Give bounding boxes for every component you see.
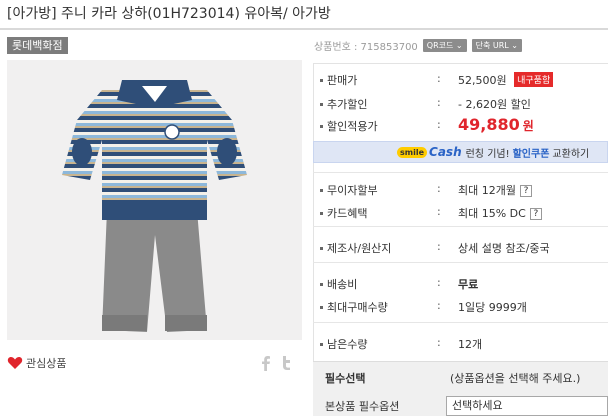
cash-banner-coupon: 할인쿠폰 [512,148,550,160]
colon: : [437,72,441,85]
installment-value: 최대 12개월 [458,184,516,197]
final-price-label-row: 할인적용가 [320,118,378,134]
sale-price-label: 판매가 [327,74,358,87]
max-purchase-label: 최대구매수량 [327,301,388,314]
product-number-row: 상품번호 : 715853700 QR코드 ⌄ 단축 URL ⌄ [314,38,523,53]
installment-help-icon[interactable]: ? [519,185,532,197]
cash-banner-text: 런칭 기념! [465,148,510,160]
shipping-fee-label-row: 배송비 [320,276,357,292]
wishlist-label: 관심상품 [26,357,67,370]
main-option-label: 본상품 필수옵션 [325,400,400,413]
installment-value-row: 최대 12개월? [458,182,532,198]
max-purchase-value: 1일당 9999개 [458,301,527,314]
divider [313,226,608,227]
extra-discount-value: - 2,620원 할인 [458,98,531,111]
social-share [259,355,293,371]
stock-value: 12개 [458,338,483,351]
smile-cash-banner[interactable]: smile Cash 런칭 기념! 할인쿠폰 교환하기 [313,141,608,163]
card-benefit-label-row: 카드혜택 [320,205,367,221]
final-price-value: 49,880 [458,115,520,134]
title-divider [0,28,608,30]
maker-label-row: 제조사/원산지 [320,240,391,256]
smile-logo: smile [397,146,428,158]
final-price-label: 할인적용가 [327,120,378,133]
extra-discount-label-row: 추가할인 [320,96,367,112]
stock-label: 남은수량 [327,338,368,351]
colon: : [437,96,441,109]
card-benefit-value: 최대 15% DC [458,207,526,220]
colon: : [437,336,441,349]
product-title: [아가방] 주니 카라 상하(01H723014) 유아복/ 아가방 [7,6,331,22]
colon: : [437,205,441,218]
sale-price-label-row: 판매가 [320,72,357,88]
divider [313,322,608,323]
shipping-fee-label: 배송비 [327,278,358,291]
cash-banner-exchange: 교환하기 [552,148,590,160]
twitter-icon[interactable] [279,355,293,371]
required-option-label: 필수선택 [325,372,366,385]
baby-outfit-illustration [62,80,247,332]
maker-label: 제조사/원산지 [327,242,392,255]
card-benefit-help-icon[interactable]: ? [529,208,542,220]
heart-icon [7,356,23,369]
product-image[interactable] [7,60,302,340]
max-purchase-label-row: 최대구매수량 [320,299,388,315]
shipping-fee-value: 무료 [458,278,479,291]
colon: : [437,182,441,195]
colon: : [437,240,441,253]
final-price-row: 49,880 원 [458,115,534,134]
extra-discount-label: 추가할인 [327,98,368,111]
installment-label-row: 무이자할부 [320,182,378,198]
divider [313,172,608,173]
sale-price-value-row: 52,500원 내구품함 [458,72,554,88]
option-select[interactable]: 선택하세요 [446,396,608,416]
card-benefit-label: 카드혜택 [327,207,368,220]
final-price-unit: 원 [522,119,534,133]
short-url-button[interactable]: 단축 URL ⌄ [471,39,523,52]
required-option-text: (상품옵션을 선택해 주세요.) [450,372,581,385]
qr-code-button[interactable]: QR코드 ⌄ [422,39,467,52]
cash-logo: Cash [429,145,462,159]
colon: : [437,276,441,289]
installment-label: 무이자할부 [327,184,378,197]
product-number: 상품번호 : 715853700 [314,42,418,53]
store-tag: 롯데백화점 [7,37,68,54]
facebook-icon[interactable] [259,355,273,371]
divider [313,262,608,263]
stock-label-row: 남은수량 [320,336,367,352]
sale-badge: 내구품함 [514,72,554,87]
colon: : [437,118,441,131]
sale-price-value: 52,500원 [458,74,507,87]
wishlist-button[interactable]: 관심상품 [7,355,66,371]
colon: : [437,299,441,312]
maker-value: 상세 설명 참조/중국 [458,242,550,255]
card-benefit-value-row: 최대 15% DC? [458,205,542,221]
